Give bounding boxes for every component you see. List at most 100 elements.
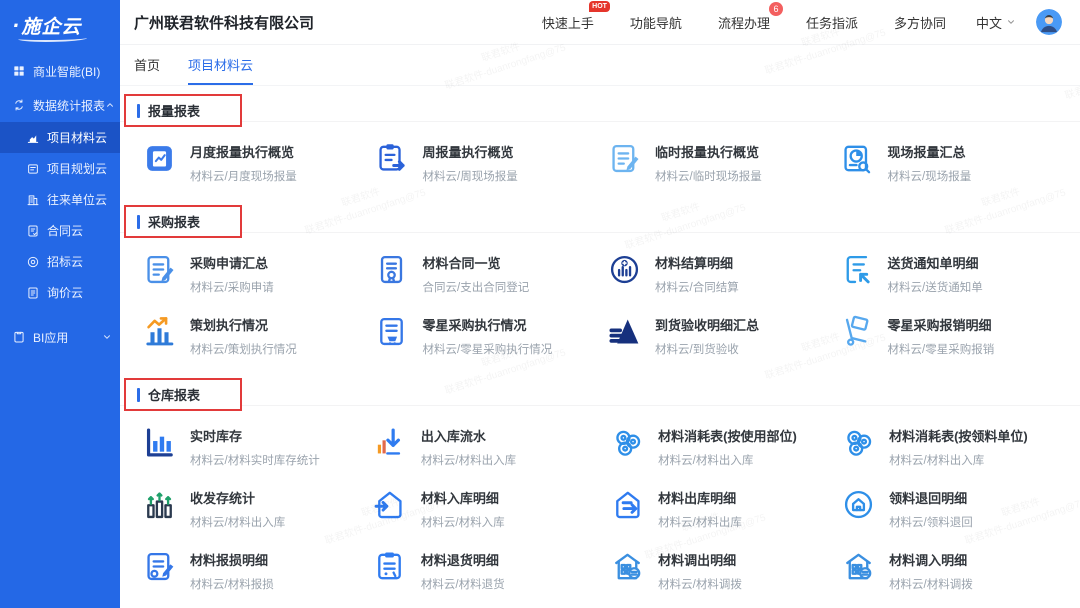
user-avatar[interactable] bbox=[1036, 9, 1062, 35]
language-selector[interactable]: 中文 bbox=[976, 13, 1016, 32]
report-item[interactable]: 材料报损明细材料云/材料报损 bbox=[140, 547, 371, 601]
doc-pencil-stamp-icon bbox=[140, 547, 178, 585]
report-item[interactable]: 材料出库明细材料云/材料出库 bbox=[608, 485, 839, 539]
top-menu: 快速上手HOT 功能导航 流程办理6 任务指派 多方协同 bbox=[542, 13, 946, 32]
report-item-path: 材料云/材料调拨 bbox=[658, 576, 742, 592]
report-item[interactable]: 零星采购报销明细材料云/零星采购报销 bbox=[838, 312, 1071, 366]
report-item[interactable]: 领料退回明细材料云/领料退回 bbox=[839, 485, 1070, 539]
circle-house-icon bbox=[839, 485, 877, 523]
report-item-path: 材料云/材料出库 bbox=[658, 514, 742, 530]
report-item[interactable]: 周报量执行概览材料云/周现场报量 bbox=[373, 139, 606, 193]
report-item-path: 材料云/送货通知单 bbox=[888, 279, 983, 295]
report-item-title: 现场报量汇总 bbox=[888, 142, 972, 161]
report-item[interactable]: 材料调入明细材料云/材料调拨 bbox=[839, 547, 1070, 601]
report-section-1: 采购报表采购申请汇总材料云/采购申请 材料合同一览合同云/支出合同登记 材料结算明细… bbox=[120, 201, 1080, 374]
top-menu-item-0[interactable]: 快速上手HOT bbox=[542, 13, 594, 32]
report-item[interactable]: 材料合同一览合同云/支出合同登记 bbox=[373, 250, 606, 304]
report-item-title: 材料报损明细 bbox=[190, 550, 274, 569]
app-logo-text: 施企云 bbox=[12, 12, 81, 39]
report-item[interactable]: 材料消耗表(按使用部位)材料云/材料出入库 bbox=[608, 423, 839, 477]
trolley-icon bbox=[838, 312, 876, 350]
report-item[interactable]: 材料入库明细材料云/材料入库 bbox=[371, 485, 608, 539]
report-item-title: 材料出库明细 bbox=[658, 488, 742, 507]
section-header-row: 仓库报表 bbox=[120, 374, 1080, 411]
section-header[interactable]: 采购报表 bbox=[124, 205, 242, 238]
report-item-text: 材料合同一览合同云/支出合同登记 bbox=[423, 250, 530, 295]
report-item[interactable]: 实时库存材料云/材料实时库存统计 bbox=[140, 423, 371, 477]
sidebar-item-2[interactable]: 项目材料云 bbox=[0, 122, 120, 153]
sidebar-item-8[interactable]: BI应用 bbox=[0, 320, 120, 354]
report-item-path: 材料云/材料入库 bbox=[421, 514, 505, 530]
report-item[interactable]: 出入库流水材料云/材料出入库 bbox=[371, 423, 608, 477]
hot-tag: HOT bbox=[589, 1, 610, 12]
top-menu-item-4[interactable]: 多方协同 bbox=[894, 13, 946, 32]
sidebar-item-0[interactable]: 商业智能(BI) bbox=[0, 54, 120, 88]
report-item-text: 材料入库明细材料云/材料入库 bbox=[421, 485, 505, 530]
pipes-icon bbox=[839, 423, 877, 461]
sidebar-item-6[interactable]: 招标云 bbox=[0, 246, 120, 277]
report-item[interactable]: 材料退货明细材料云/材料退货 bbox=[371, 547, 608, 601]
report-item[interactable]: 材料消耗表(按领料单位)材料云/材料出入库 bbox=[839, 423, 1070, 477]
section-header[interactable]: 仓库报表 bbox=[124, 378, 242, 411]
top-menu-item-3[interactable]: 任务指派 bbox=[806, 13, 858, 32]
sidebar: 施企云 商业智能(BI)数据统计报表项目材料云项目规划云往来单位云合同云招标云询… bbox=[0, 0, 120, 608]
main-area: 广州联君软件科技有限公司 快速上手HOT功能导航流程办理6任务指派多方协同 中文… bbox=[120, 0, 1080, 608]
report-item[interactable]: 零星采购执行情况材料云/零星采购执行情况 bbox=[373, 312, 606, 366]
sidebar-item-label: 合同云 bbox=[47, 222, 83, 239]
report-item[interactable]: 现场报量汇总材料云/现场报量 bbox=[838, 139, 1071, 193]
report-item[interactable]: 材料调出明细材料云/材料调拨 bbox=[608, 547, 839, 601]
tab-1[interactable]: 项目材料云 bbox=[188, 55, 253, 85]
report-item-title: 送货通知单明细 bbox=[888, 253, 983, 272]
report-item-title: 材料入库明细 bbox=[421, 488, 505, 507]
report-item-title: 收发存统计 bbox=[190, 488, 285, 507]
top-menu-item-1[interactable]: 功能导航 bbox=[630, 13, 682, 32]
section-grid: 实时库存材料云/材料实时库存统计出入库流水材料云/材料出入库材料消耗表(按使用部… bbox=[120, 411, 1080, 608]
section-header[interactable]: 报量报表 bbox=[124, 94, 242, 127]
report-item-title: 材料调出明细 bbox=[658, 550, 742, 569]
doc-cart-icon bbox=[373, 312, 411, 350]
report-item-title: 出入库流水 bbox=[421, 426, 516, 445]
report-item[interactable]: 策划执行情况材料云/策划执行情况 bbox=[140, 312, 373, 366]
tab-0[interactable]: 首页 bbox=[134, 55, 160, 85]
sidebar-item-3[interactable]: 项目规划云 bbox=[0, 153, 120, 184]
clipboard-return-icon bbox=[371, 547, 409, 585]
inquiry-icon bbox=[26, 286, 40, 300]
sidebar-item-1[interactable]: 数据统计报表 bbox=[0, 88, 120, 122]
report-item[interactable]: 到货验收明细汇总材料云/到货验收 bbox=[605, 312, 838, 366]
report-item[interactable]: 材料结算明细材料云/合同结算 bbox=[605, 250, 838, 304]
report-item[interactable]: 临时报量执行概览材料云/临时现场报量 bbox=[605, 139, 838, 193]
report-item[interactable]: 采购申请汇总材料云/采购申请 bbox=[140, 250, 373, 304]
report-item-title: 临时报量执行概览 bbox=[655, 142, 762, 161]
report-item-title: 采购申请汇总 bbox=[190, 253, 274, 272]
report-item-title: 实时库存 bbox=[190, 426, 320, 445]
chart-icon bbox=[26, 131, 40, 145]
sidebar-item-5[interactable]: 合同云 bbox=[0, 215, 120, 246]
report-item-text: 周报量执行概览材料云/周现场报量 bbox=[423, 139, 518, 184]
sidebar-item-7[interactable]: 询价云 bbox=[0, 277, 120, 308]
report-item-path: 材料云/领料退回 bbox=[889, 514, 973, 530]
report-item-text: 材料出库明细材料云/材料出库 bbox=[658, 485, 742, 530]
report-item[interactable]: 送货通知单明细材料云/送货通知单 bbox=[838, 250, 1071, 304]
language-label: 中文 bbox=[976, 13, 1002, 32]
report-item-text: 临时报量执行概览材料云/临时现场报量 bbox=[655, 139, 762, 184]
section-marker bbox=[137, 104, 140, 118]
sidebar-item-4[interactable]: 往来单位云 bbox=[0, 184, 120, 215]
warehouse-transfer-icon bbox=[608, 547, 646, 585]
report-item-path: 材料云/零星采购报销 bbox=[888, 341, 995, 357]
report-item-path: 材料云/材料调拨 bbox=[889, 576, 973, 592]
report-item-title: 周报量执行概览 bbox=[423, 142, 518, 161]
chevron-up-icon bbox=[105, 100, 115, 110]
top-menu-item-2[interactable]: 流程办理6 bbox=[718, 13, 770, 32]
sidebar-nav: 商业智能(BI)数据统计报表项目材料云项目规划云往来单位云合同云招标云询价云 BI… bbox=[0, 50, 120, 354]
report-item[interactable]: 月度报量执行概览材料云/月度现场报量 bbox=[140, 139, 373, 193]
app-window: 施企云 商业智能(BI)数据统计报表项目材料云项目规划云往来单位云合同云招标云询… bbox=[0, 0, 1080, 608]
report-item-text: 材料调出明细材料云/材料调拨 bbox=[658, 547, 742, 592]
report-item-text: 收发存统计材料云/材料出入库 bbox=[190, 485, 285, 530]
report-item-title: 到货验收明细汇总 bbox=[655, 315, 759, 334]
tab-bar: 首页项目材料云 bbox=[120, 45, 1080, 86]
report-item[interactable]: 收发存统计材料云/材料出入库 bbox=[140, 485, 371, 539]
sidebar-item-label: BI应用 bbox=[33, 329, 68, 346]
section-header-row: 报量报表 bbox=[120, 90, 1080, 127]
report-item-text: 零星采购报销明细材料云/零星采购报销 bbox=[888, 312, 995, 357]
contract-seal-icon bbox=[373, 250, 411, 288]
